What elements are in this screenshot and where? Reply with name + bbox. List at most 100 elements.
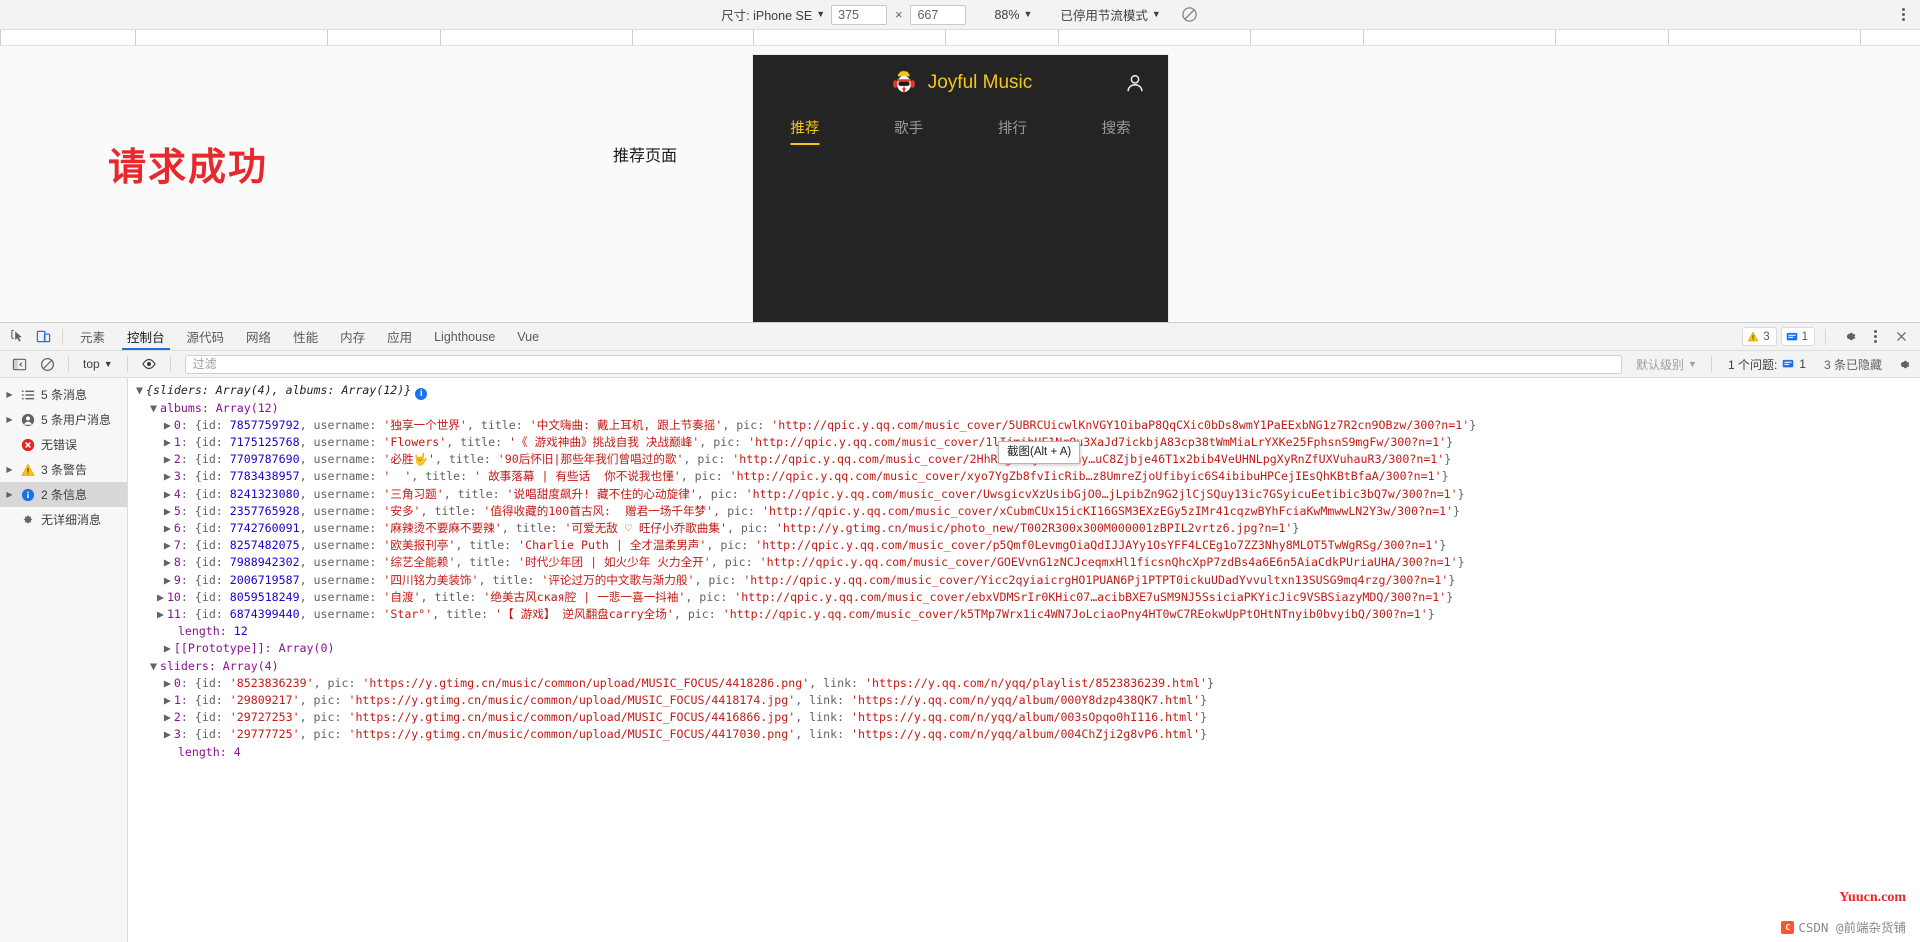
chevron-right-icon[interactable]: ▶ — [164, 537, 174, 554]
tab-vue[interactable]: Vue — [506, 323, 550, 350]
chevron-right-icon[interactable]: ▶ — [4, 415, 15, 424]
albums-prototype-row[interactable]: ▶[[Prototype]]: Array(0) — [128, 640, 1920, 657]
sidebar-item-messages[interactable]: ▶ 5 条消息 — [0, 382, 127, 407]
no-throttling-icon[interactable] — [1181, 6, 1199, 24]
album-row[interactable]: ▶4: {id: 8241323080, username: '三角习题', t… — [128, 486, 1920, 503]
inspect-element-icon[interactable] — [4, 324, 30, 350]
log-entry-root[interactable]: ▼{sliders: Array(4), albums: Array(12)}i — [128, 382, 1920, 400]
device-size-group: 尺寸: iPhone SE ▼ × 88% ▼ 已停用节流模式 ▼ — [721, 5, 1199, 25]
chevron-right-icon[interactable]: ▶ — [164, 709, 174, 726]
close-icon[interactable] — [1888, 324, 1914, 350]
chevron-right-icon[interactable]: ▶ — [164, 726, 174, 743]
tab-label: 性能 — [293, 327, 318, 346]
chevron-down-icon[interactable]: ▼ — [150, 658, 160, 675]
slider-row[interactable]: ▶1: {id: '29809217', pic: 'https://y.gti… — [128, 692, 1920, 709]
chevron-down-icon[interactable]: ▼ — [150, 400, 160, 417]
tab-lighthouse[interactable]: Lighthouse — [423, 323, 506, 350]
album-row[interactable]: ▶11: {id: 6874399440, username: 'Star°',… — [128, 606, 1920, 623]
devtools-more-button[interactable] — [1866, 327, 1884, 347]
tab-network[interactable]: 网络 — [235, 323, 282, 350]
album-row[interactable]: ▶0: {id: 7857759792, username: '独享一个世界',… — [128, 417, 1920, 434]
zoom-select[interactable]: 88% ▼ — [994, 8, 1032, 22]
album-id: 7783438957 — [230, 469, 300, 483]
tab-console[interactable]: 控制台 — [116, 323, 176, 350]
slider-link: 'https://y.qq.com/n/yqq/album/003sOpqo0h… — [851, 710, 1200, 724]
console-context-select[interactable]: top ▼ — [77, 357, 119, 371]
console-filter-input[interactable] — [185, 355, 1622, 374]
chevron-right-icon[interactable]: ▶ — [157, 589, 167, 606]
album-row[interactable]: ▶6: {id: 7742760091, username: '麻辣烫不要麻不要… — [128, 520, 1920, 537]
slider-id: '29727253' — [230, 710, 300, 724]
album-pic: 'http://qpic.y.qq.com/music_cover/p5Qmf0… — [755, 538, 1439, 552]
chevron-right-icon[interactable]: ▶ — [164, 640, 174, 657]
throttling-select[interactable]: 已停用节流模式 ▼ — [1060, 5, 1160, 24]
chevron-right-icon[interactable]: ▶ — [157, 606, 167, 623]
chevron-right-icon[interactable]: ▶ — [164, 451, 174, 468]
sidebar-item-verbose[interactable]: 无详细消息 — [0, 507, 127, 532]
sliders-group-header[interactable]: ▼sliders: Array(4) — [128, 658, 1920, 675]
album-index: 2 — [174, 452, 181, 466]
album-row[interactable]: ▶8: {id: 7988942302, username: '综艺全能赖', … — [128, 554, 1920, 571]
album-title: '中文嗨曲: 戴上耳机, 跟上节奏摇' — [530, 418, 723, 432]
sidebar-item-errors[interactable]: 无错误 — [0, 432, 127, 457]
sidebar-item-warnings[interactable]: ▶ 3 条警告 — [0, 457, 127, 482]
album-index: 3 — [174, 469, 181, 483]
chevron-right-icon[interactable]: ▶ — [164, 486, 174, 503]
album-row[interactable]: ▶5: {id: 2357765928, username: '安多', tit… — [128, 503, 1920, 520]
slider-row[interactable]: ▶3: {id: '29777725', pic: 'https://y.gti… — [128, 726, 1920, 743]
chevron-down-icon[interactable]: ▼ — [136, 382, 146, 399]
tab-performance[interactable]: 性能 — [282, 323, 329, 350]
album-pic: 'http://qpic.y.qq.com/music_cover/Uwsgic… — [746, 487, 1458, 501]
console-level-select[interactable]: 默认级别 ▼ — [1630, 356, 1703, 373]
sidebar-item-info[interactable]: ▶ 2 条信息 — [0, 482, 127, 507]
album-row[interactable]: ▶7: {id: 8257482075, username: '欧美报刊亭', … — [128, 537, 1920, 554]
album-row[interactable]: ▶10: {id: 8059518249, username: '自渡', ti… — [128, 589, 1920, 606]
chevron-right-icon[interactable]: ▶ — [4, 465, 15, 474]
toggle-device-toolbar-icon[interactable] — [30, 324, 56, 350]
chevron-right-icon[interactable]: ▶ — [164, 692, 174, 709]
chevron-right-icon[interactable]: ▶ — [4, 390, 15, 399]
album-row[interactable]: ▶9: {id: 2006719587, username: '四川铭力美装饰'… — [128, 572, 1920, 589]
info-icon[interactable]: i — [415, 388, 427, 400]
message-badge[interactable]: 1 — [1781, 327, 1815, 346]
chevron-right-icon[interactable]: ▶ — [164, 572, 174, 589]
slider-row[interactable]: ▶0: {id: '8523836239', pic: 'https://y.g… — [128, 675, 1920, 692]
slider-row[interactable]: ▶2: {id: '29727253', pic: 'https://y.gti… — [128, 709, 1920, 726]
nav-item-rank[interactable]: 排行 — [961, 117, 1065, 145]
chevron-right-icon[interactable]: ▶ — [164, 554, 174, 571]
viewport-width-input[interactable] — [831, 5, 887, 25]
albums-group-header[interactable]: ▼albums: Array(12) — [128, 400, 1920, 417]
nav-item-singer[interactable]: 歌手 — [857, 117, 961, 145]
slider-pic: 'https://y.gtimg.cn/music/common/upload/… — [362, 676, 809, 690]
sidebar-item-label: 5 条消息 — [41, 386, 87, 403]
console-settings-gear-icon[interactable] — [1892, 353, 1914, 375]
nav-item-recommend[interactable]: 推荐 — [753, 117, 857, 145]
device-size-select[interactable]: 尺寸: iPhone SE ▼ — [721, 5, 825, 24]
tab-memory[interactable]: 内存 — [329, 323, 376, 350]
tab-elements[interactable]: 元素 — [69, 323, 116, 350]
chevron-right-icon[interactable]: ▶ — [164, 434, 174, 451]
warning-badge[interactable]: 3 — [1742, 327, 1776, 346]
chevron-right-icon[interactable]: ▶ — [164, 417, 174, 434]
account-icon[interactable] — [1124, 72, 1146, 94]
tab-sources[interactable]: 源代码 — [176, 323, 236, 350]
tab-application[interactable]: 应用 — [376, 323, 423, 350]
live-expression-eye-icon[interactable] — [136, 351, 162, 377]
chevron-right-icon[interactable]: ▶ — [4, 490, 15, 499]
nav-item-search[interactable]: 搜索 — [1064, 117, 1168, 145]
album-username: ' ' — [383, 469, 411, 483]
chevron-right-icon[interactable]: ▶ — [164, 520, 174, 537]
device-toolbar-more-button[interactable] — [1894, 5, 1912, 25]
sidebar-item-user-messages[interactable]: ▶ 5 条用户消息 — [0, 407, 127, 432]
album-index: 0 — [174, 418, 181, 432]
viewport-height-input[interactable] — [910, 5, 966, 25]
chevron-right-icon[interactable]: ▶ — [164, 468, 174, 485]
album-title: '值得收藏的100首古风: 赠君一场千年梦' — [483, 504, 713, 518]
chevron-right-icon[interactable]: ▶ — [164, 675, 174, 692]
clear-console-icon[interactable] — [34, 351, 60, 377]
chevron-right-icon[interactable]: ▶ — [164, 503, 174, 520]
settings-gear-icon[interactable] — [1836, 324, 1862, 350]
album-row[interactable]: ▶3: {id: 7783438957, username: ' ', titl… — [128, 468, 1920, 485]
issues-chip[interactable]: 1 个问题: 1 — [1720, 356, 1814, 373]
console-sidebar-toggle-icon[interactable] — [6, 351, 32, 377]
